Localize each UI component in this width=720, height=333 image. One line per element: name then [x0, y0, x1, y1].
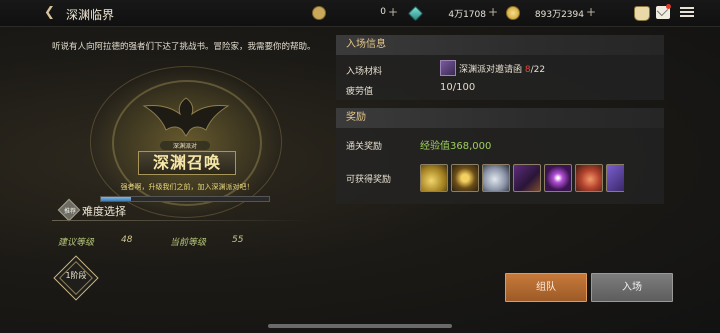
resource-value: 893万2394 — [534, 10, 584, 20]
enter-button[interactable]: 入场 — [591, 273, 673, 302]
clear-reward-value: 经验值368,000 — [420, 141, 492, 152]
current-level-value: 55 — [232, 235, 244, 245]
purple-box-icon[interactable] — [513, 164, 541, 192]
back-arrow-icon: ❮ — [44, 5, 55, 20]
resource-value: 4万1708 — [448, 10, 486, 20]
home-indicator[interactable] — [268, 324, 452, 328]
difficulty-icon-text: 推荐 — [64, 207, 77, 215]
stage-label[interactable]: 1阶段 — [58, 270, 94, 281]
bag-icon[interactable] — [634, 6, 650, 21]
material-info: 深渊派对邀请函 8/22 — [459, 62, 545, 75]
gem-icon — [407, 5, 424, 22]
intro-text: 听说有人向阿拉德的强者们下达了挑战书。冒险家，我需要你的帮助。 — [52, 42, 316, 52]
add-currency-button[interactable]: + — [388, 5, 398, 19]
difficulty-icon: 推荐 — [57, 198, 81, 222]
emblem-description: 强者啊，升级我们之前，加入深渊派对吧！ — [120, 183, 254, 191]
gold-icon — [506, 6, 520, 20]
invitation-icon[interactable] — [440, 60, 456, 76]
menu-icon[interactable] — [680, 6, 694, 19]
possible-reward-label: 可获得奖励 — [346, 175, 392, 185]
currency-icon — [312, 6, 326, 20]
page-title: 深渊临界 — [66, 8, 115, 22]
progress-fill — [101, 197, 132, 201]
add-gem-button[interactable]: + — [488, 5, 498, 19]
silver-ore-icon[interactable] — [482, 164, 510, 192]
add-gold-button[interactable]: + — [586, 5, 596, 19]
material-name: 深渊派对邀请函 — [459, 65, 523, 75]
resource-gem: 4万1708 + — [407, 5, 498, 22]
resource-currency: 0 + — [312, 5, 398, 20]
rewards-header: 奖励 — [336, 108, 664, 128]
recommended-level-value: 48 — [121, 235, 133, 245]
recommended-level-label: 建议等级 — [58, 238, 95, 248]
reward-list — [420, 164, 624, 192]
resource-gold: 893万2394 + — [506, 5, 596, 20]
emblem-title: 深渊召唤 — [138, 151, 236, 175]
resource-value: 0 — [380, 7, 386, 17]
material-label: 入场材料 — [346, 67, 383, 77]
gold-coins-icon[interactable] — [420, 164, 448, 192]
divider — [52, 220, 312, 221]
difficulty-select-label[interactable]: 难度选择 — [82, 203, 126, 219]
fatigue-label: 疲劳值 — [346, 87, 374, 97]
emblem-subtitle: 深渊派对 — [160, 141, 210, 150]
material-total: /22 — [530, 65, 546, 75]
purple-token-icon[interactable] — [606, 164, 624, 192]
purple-crystal-icon[interactable] — [544, 164, 572, 192]
notification-dot — [666, 4, 671, 9]
team-button[interactable]: 组队 — [505, 273, 587, 302]
emblem-progress-bar — [100, 196, 270, 202]
back-button[interactable]: ❮ — [44, 6, 58, 20]
current-level-label: 当前等级 — [170, 238, 207, 248]
red-gem-icon[interactable] — [575, 164, 603, 192]
gold-orb-icon[interactable] — [451, 164, 479, 192]
top-bar: ❮ 深渊临界 0 + 4万1708 + 893万2394 + — [0, 0, 720, 27]
entry-info-header: 入场信息 — [336, 35, 664, 55]
fatigue-value: 10/100 — [440, 82, 476, 93]
clear-reward-label: 通关奖励 — [346, 142, 383, 152]
